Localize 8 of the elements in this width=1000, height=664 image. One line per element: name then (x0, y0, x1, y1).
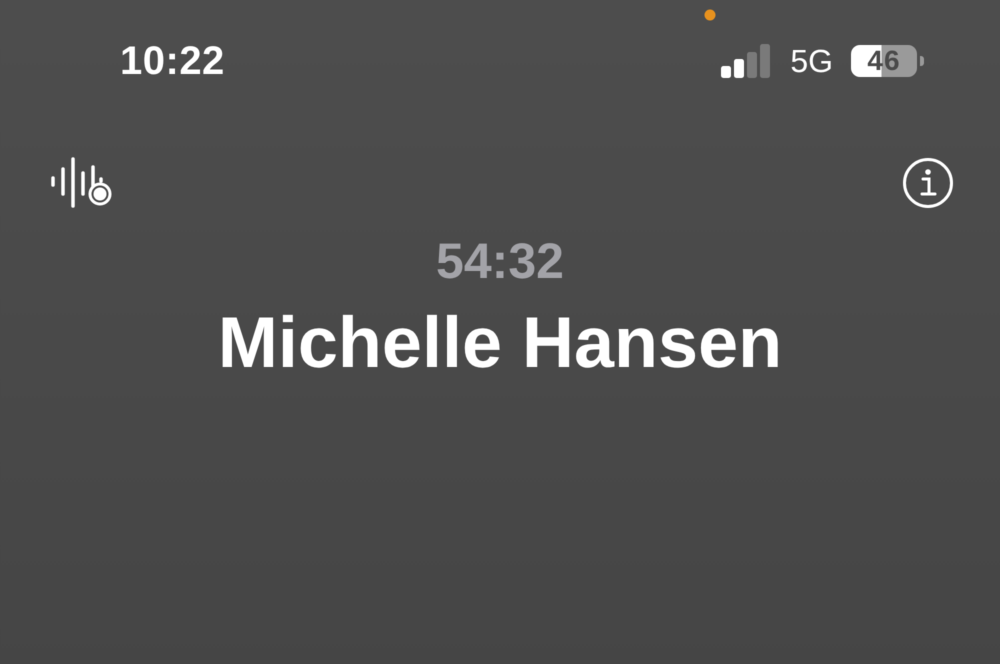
call-duration: 54:32 (436, 236, 564, 286)
contact-name: Michelle Hansen (218, 304, 782, 384)
network-label: 5G (790, 42, 833, 80)
status-time: 10:22 (120, 38, 225, 84)
signal-icon (720, 44, 772, 78)
audio-recording-icon[interactable] (50, 156, 112, 210)
microphone-indicator-icon (704, 8, 716, 20)
info-icon[interactable] (902, 157, 954, 209)
